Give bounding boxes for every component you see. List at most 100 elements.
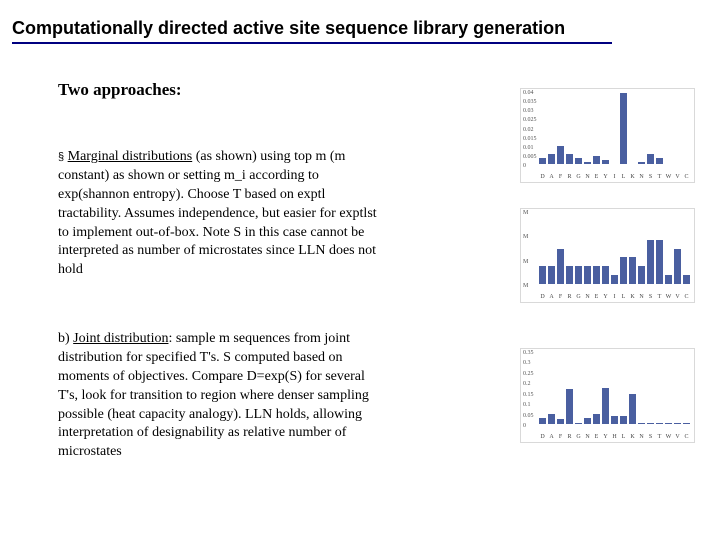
x-tick: V [674, 294, 681, 300]
bar [602, 160, 609, 164]
x-tick: C [683, 174, 690, 180]
chart-middle: MMMM DAFRGNEYILKNSTWVC [520, 208, 695, 303]
title-underline [12, 42, 612, 44]
bar [566, 389, 573, 425]
y-tick: 0.025 [523, 117, 537, 123]
y-tick: M [523, 259, 528, 265]
x-tick: Y [602, 294, 609, 300]
bar [575, 158, 582, 164]
bar [647, 154, 654, 164]
x-tick: N [584, 174, 591, 180]
y-tick: 0 [523, 163, 526, 169]
x-tick: L [620, 434, 627, 440]
x-tick: K [629, 434, 636, 440]
marginal-text: (as shown) using top m (m constant) as s… [58, 149, 377, 277]
x-tick: A [548, 174, 555, 180]
x-tick: N [638, 434, 645, 440]
bar [548, 154, 555, 164]
x-tick: I [611, 294, 618, 300]
x-tick: S [647, 294, 654, 300]
bar [539, 266, 546, 284]
chart-top-xaxis: DAFRGNEYILKNSTWVC [539, 174, 690, 180]
x-tick: H [611, 434, 618, 440]
y-tick: 0.015 [523, 136, 537, 142]
y-tick: 0.02 [523, 127, 534, 133]
bar [656, 240, 663, 284]
y-tick: M [523, 210, 528, 216]
bar [674, 423, 681, 424]
bar [638, 162, 645, 164]
x-tick: L [620, 294, 627, 300]
y-tick: M [523, 283, 528, 289]
x-tick: K [629, 174, 636, 180]
y-tick: 0.3 [523, 360, 531, 366]
bar [656, 423, 663, 424]
marginal-label: Marginal distributions [68, 149, 193, 164]
bar [584, 266, 591, 284]
x-tick: T [656, 174, 663, 180]
x-tick: N [584, 294, 591, 300]
bar [665, 423, 672, 424]
y-tick: 0.2 [523, 381, 531, 387]
joint-text: : sample m sequences from joint distribu… [58, 331, 369, 459]
x-tick: N [584, 434, 591, 440]
chart-bottom-bars [539, 353, 690, 424]
bar [674, 249, 681, 285]
bar [539, 158, 546, 164]
bar [638, 423, 645, 424]
x-tick: C [683, 294, 690, 300]
chart-bottom: 00.050.10.150.20.250.30.35 DAFRGNEYHLKNS… [520, 348, 695, 443]
y-tick: 0.1 [523, 402, 531, 408]
bullet-icon: § [58, 151, 64, 163]
x-tick: R [566, 294, 573, 300]
x-tick: N [638, 294, 645, 300]
x-tick: D [539, 434, 546, 440]
bar [548, 266, 555, 284]
bar [575, 423, 582, 424]
x-tick: G [575, 434, 582, 440]
bar [656, 158, 663, 164]
x-tick: I [611, 174, 618, 180]
joint-prefix: b) [58, 331, 73, 346]
bar [557, 249, 564, 285]
bar [683, 275, 690, 284]
x-tick: S [647, 434, 654, 440]
x-tick: G [575, 294, 582, 300]
paragraph-marginal: § Marginal distributions (as shown) usin… [58, 148, 388, 280]
chart-top: 00.0050.010.0150.020.0250.030.0350.04 DA… [520, 88, 695, 183]
x-tick: V [674, 434, 681, 440]
bar [602, 266, 609, 284]
x-tick: K [629, 294, 636, 300]
bar [602, 388, 609, 424]
bar [584, 162, 591, 164]
bar [620, 257, 627, 284]
x-tick: W [665, 434, 672, 440]
joint-label: Joint distribution [73, 331, 168, 346]
y-tick: 0.005 [523, 154, 537, 160]
bar [665, 275, 672, 284]
bar [620, 93, 627, 164]
x-tick: C [683, 434, 690, 440]
x-tick: L [620, 174, 627, 180]
x-tick: F [557, 174, 564, 180]
x-tick: E [593, 294, 600, 300]
bar [593, 414, 600, 424]
x-tick: F [557, 294, 564, 300]
x-tick: D [539, 174, 546, 180]
y-tick: 0.35 [523, 350, 534, 356]
x-tick: N [638, 174, 645, 180]
bar [647, 423, 654, 424]
x-tick: F [557, 434, 564, 440]
bar [557, 146, 564, 164]
x-tick: G [575, 174, 582, 180]
bar [566, 154, 573, 164]
paragraph-joint: b) Joint distribution: sample m sequence… [58, 330, 388, 462]
y-tick: M [523, 234, 528, 240]
bar [629, 257, 636, 284]
chart-middle-bars [539, 213, 690, 284]
x-tick: W [665, 294, 672, 300]
x-tick: T [656, 434, 663, 440]
section-subhead: Two approaches: [58, 80, 182, 100]
y-tick: 0.035 [523, 99, 537, 105]
bar [593, 156, 600, 164]
